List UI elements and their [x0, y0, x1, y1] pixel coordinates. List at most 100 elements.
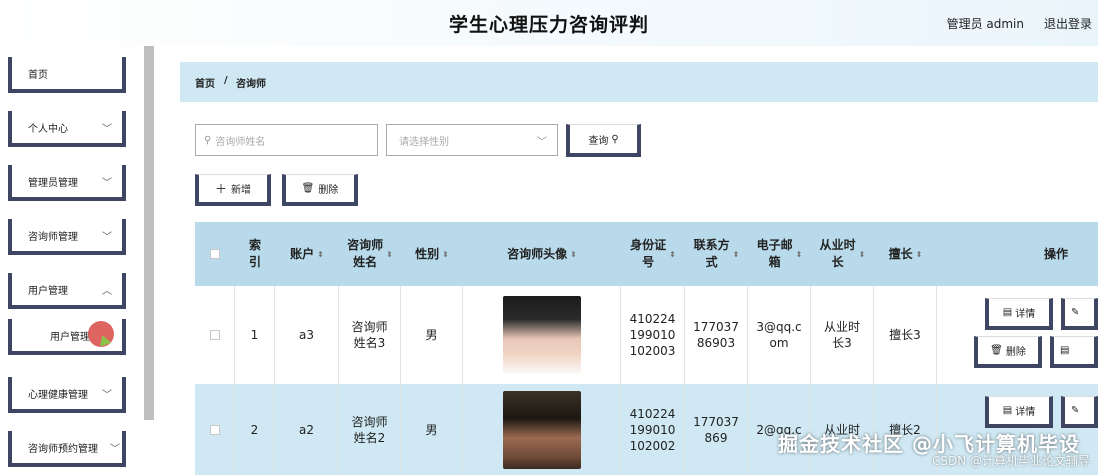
- trash-icon: 🗑: [301, 183, 315, 194]
- cell-phone: 177037 869: [685, 384, 748, 475]
- cell-gender: 男: [401, 384, 463, 475]
- cell-idcard: 410224 199010 102002: [621, 384, 685, 475]
- col-account[interactable]: 账户 ⬍: [275, 222, 339, 286]
- sidebar-subitem-label: 用户管理: [50, 331, 90, 343]
- chevron-down-icon: ﹀: [102, 124, 112, 135]
- col-ops: 操作: [1043, 246, 1068, 261]
- select-all-cell[interactable]: [195, 222, 235, 286]
- sidebar-item-label: 心理健康管理: [28, 389, 88, 401]
- add-button-label: 新增: [231, 185, 251, 196]
- add-button[interactable]: ＋ 新增: [195, 174, 271, 206]
- col-skill[interactable]: 擅长 ⬍: [874, 222, 937, 286]
- app-title: 学生心理压力咨询评判: [448, 14, 649, 36]
- gender-select[interactable]: 请选择性别 ﹀: [386, 124, 558, 156]
- cell-skill: 擅长3: [874, 286, 937, 384]
- sort-icon[interactable]: ⬍: [442, 246, 449, 263]
- col-photo[interactable]: 咨询师头像 ⬍: [463, 222, 621, 286]
- query-button[interactable]: 查询 ⚲: [566, 124, 641, 157]
- delete-button[interactable]: 🗑 删除: [974, 336, 1042, 368]
- cell-years: 从业时 长3: [811, 286, 874, 384]
- breadcrumb-current: 咨询师: [236, 79, 266, 90]
- detail-button[interactable]: ▤ 详情: [985, 396, 1053, 428]
- col-name[interactable]: 咨询师 姓名 ⬍: [339, 222, 401, 286]
- col-phone[interactable]: 联系方 式 ⬍: [685, 222, 748, 286]
- sort-icon[interactable]: ⬍: [669, 246, 676, 263]
- cell-photo: [463, 384, 621, 475]
- sidebar-item-label: 管理员管理: [28, 177, 78, 189]
- col-idcard[interactable]: 身份证 号 ⬍: [621, 222, 685, 286]
- row-select-cell[interactable]: [195, 384, 235, 475]
- sort-icon[interactable]: ⬍: [796, 246, 803, 263]
- search-icon: ⚲: [204, 134, 212, 146]
- sidebar-item-label: 个人中心: [28, 123, 68, 135]
- cell-gender: 男: [401, 286, 463, 384]
- sidebar-scrollbar[interactable]: [144, 46, 154, 420]
- sidebar-item-admin-management[interactable]: 管理员管理 ﹀: [8, 165, 126, 201]
- counselor-name-search-input[interactable]: ⚲ 咨询师姓名: [195, 124, 378, 156]
- sidebar-item-mental-health-management[interactable]: 心理健康管理 ﹀: [8, 377, 126, 413]
- edit-button[interactable]: ✎: [1061, 396, 1098, 428]
- cell-name: 咨询师 姓名3: [339, 286, 401, 384]
- cell-account: a2: [275, 384, 339, 475]
- col-idcard-label: 身份证 号: [630, 238, 667, 269]
- col-gender-label: 性别: [415, 246, 440, 261]
- admin-label: 管理员 admin: [946, 17, 1024, 31]
- detail-label: 详情: [1015, 407, 1036, 418]
- cell-name: 咨询师 姓名2: [339, 384, 401, 475]
- chevron-down-icon: ﹀: [102, 390, 112, 401]
- sidebar-item-label: 咨询师预约管理: [28, 443, 98, 455]
- document-icon: ▤: [1002, 405, 1013, 416]
- cell-email: 3@qq.c om: [748, 286, 811, 384]
- row-select-cell[interactable]: [195, 286, 235, 384]
- detail-button[interactable]: ▤ 详情: [985, 298, 1053, 330]
- sidebar-item-label: 咨询师管理: [28, 231, 78, 243]
- edit-button[interactable]: ✎: [1061, 298, 1098, 330]
- more-button[interactable]: ▤: [1050, 336, 1098, 368]
- col-phone-label: 联系方 式: [693, 238, 730, 269]
- breadcrumb: 首页 / 咨询师: [180, 62, 1098, 102]
- chevron-down-icon: ﹀: [102, 178, 112, 189]
- col-email-label: 电子邮 箱: [756, 238, 793, 269]
- col-gender[interactable]: 性别 ⬍: [401, 222, 463, 286]
- sort-icon[interactable]: ⬍: [733, 246, 740, 263]
- cell-account: a3: [275, 286, 339, 384]
- sidebar-item-counselor-management[interactable]: 咨询师管理 ﹀: [8, 219, 126, 255]
- sidebar-item-home[interactable]: 首页: [8, 57, 126, 93]
- document-icon: ▤: [1060, 345, 1070, 356]
- pencil-icon: ✎: [1071, 307, 1080, 318]
- counselor-avatar[interactable]: [502, 296, 581, 374]
- query-button-label: 查询: [588, 135, 609, 147]
- cell-index: 1: [235, 286, 275, 384]
- search-icon: ⚲: [611, 133, 619, 145]
- col-email[interactable]: 电子邮 箱 ⬍: [748, 222, 811, 286]
- sort-icon[interactable]: ⬍: [386, 246, 393, 263]
- pencil-icon: ✎: [1071, 405, 1080, 416]
- bulk-delete-button[interactable]: 🗑 删除: [282, 174, 358, 206]
- sort-icon[interactable]: ⬍: [916, 246, 923, 263]
- col-skill-label: 擅长: [888, 246, 913, 261]
- cell-idcard: 410224 199010 102003: [621, 286, 685, 384]
- breadcrumb-home[interactable]: 首页: [195, 75, 215, 90]
- logout-link[interactable]: 退出登录: [1044, 15, 1092, 32]
- table-header: 索 引 账户 ⬍ 咨询师 姓名 ⬍ 性别 ⬍ 咨询师头像 ⬍ 身份证 号 ⬍ 联系方 式 ⬍…: [195, 222, 1098, 286]
- row-checkbox[interactable]: [209, 424, 220, 435]
- col-photo-label: 咨询师头像: [507, 246, 568, 261]
- col-years[interactable]: 从业时 长 ⬍: [811, 222, 874, 286]
- select-all-checkbox[interactable]: [210, 249, 220, 259]
- watermark-subtext: CSDN @计算机毕业论文辅导: [931, 454, 1090, 468]
- col-account-label: 账户: [290, 246, 315, 261]
- row-checkbox[interactable]: [209, 330, 220, 340]
- sort-icon[interactable]: ⬍: [317, 246, 324, 263]
- sidebar-item-user-management[interactable]: 用户管理 ︿: [8, 273, 126, 309]
- counselor-avatar[interactable]: [502, 390, 581, 469]
- chevron-up-icon: ︿: [102, 286, 112, 297]
- col-index: 索 引: [248, 238, 261, 269]
- sort-icon[interactable]: ⬍: [570, 246, 577, 263]
- document-icon: ▤: [1002, 307, 1013, 318]
- sidebar-item-personal-center[interactable]: 个人中心 ﹀: [8, 111, 126, 147]
- sort-icon[interactable]: ⬍: [859, 246, 866, 263]
- sidebar-item-label: 用户管理: [28, 285, 68, 297]
- sidebar-item-appointment-management[interactable]: 咨询师预约管理 ﹀: [8, 431, 126, 467]
- gender-select-placeholder: 请选择性别: [399, 136, 449, 148]
- chevron-down-icon: ﹀: [102, 232, 112, 243]
